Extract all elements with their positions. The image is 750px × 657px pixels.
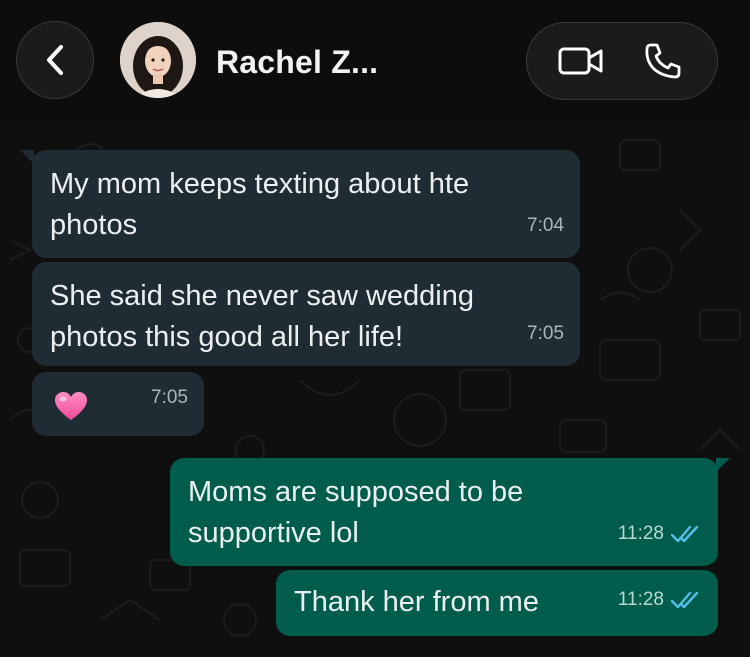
message-meta: 11:28 [618, 513, 702, 554]
chevron-left-icon [47, 45, 63, 75]
message-meta: 7:05 [151, 377, 188, 418]
bubble-tail [20, 150, 34, 164]
call-actions [526, 22, 718, 100]
contact-avatar[interactable] [120, 22, 196, 98]
phone-icon [645, 43, 681, 79]
double-check-icon [670, 591, 699, 608]
bubble-tail [716, 458, 730, 472]
message-time: 11:28 [617, 589, 664, 610]
message-list[interactable]: My mom keeps texting about hte photos 7:… [0, 120, 750, 657]
message-bubble-outgoing[interactable]: Thank her from me 11:28 [276, 570, 718, 636]
message-text: Thank her from me [294, 586, 539, 618]
back-button[interactable] [16, 21, 94, 99]
message-meta: 7:04 [527, 205, 564, 246]
message-bubble-incoming[interactable]: She said she never saw wedding photos th… [32, 262, 580, 366]
message-text: Moms are supposed to be supportive lol [188, 476, 524, 549]
message-text: My mom keeps texting about hte photos [50, 168, 470, 241]
contact-name[interactable]: Rachel Z... [216, 44, 378, 81]
message-time: 7:05 [527, 323, 564, 344]
message-meta: 7:05 [527, 313, 564, 354]
video-call-button[interactable] [557, 41, 605, 81]
voice-call-button[interactable] [641, 39, 685, 83]
video-camera-icon [558, 47, 603, 75]
message-time: 7:04 [527, 215, 564, 236]
message-meta: 11:28 [618, 579, 702, 620]
avatar-photo [120, 22, 196, 98]
message-bubble-incoming[interactable]: My mom keeps texting about hte photos 7:… [20, 150, 580, 258]
pink-heart-icon [55, 392, 87, 420]
message-time: 11:28 [617, 523, 664, 544]
double-check-icon [670, 525, 699, 542]
chat-header: Rachel Z... [0, 0, 750, 120]
message-time: 7:05 [151, 387, 188, 408]
message-bubble-incoming[interactable]: 7:05 [32, 372, 204, 436]
message-bubble-outgoing[interactable]: Moms are supposed to be supportive lol 1… [170, 458, 730, 566]
message-text: She said she never saw wedding photos th… [50, 280, 474, 353]
